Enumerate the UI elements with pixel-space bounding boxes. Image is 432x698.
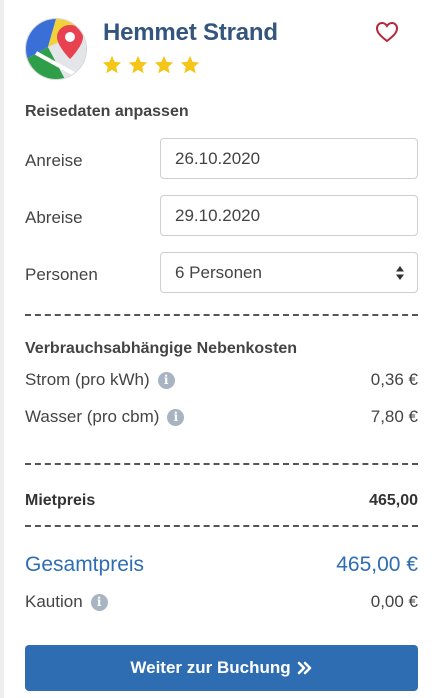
favorite-heart-icon[interactable]: [375, 21, 399, 43]
star-icon: [154, 55, 174, 74]
double-chevron-right-icon: [297, 661, 311, 675]
electricity-cost-label: Strom (pro kWh) i: [25, 370, 175, 390]
departure-date-input[interactable]: 29.10.2020: [160, 195, 418, 236]
water-cost-label-text: Wasser (pro cbm): [25, 407, 160, 426]
arrival-label: Anreise: [25, 151, 83, 170]
rent-value: 465,00: [369, 492, 418, 509]
total-label: Gesamtpreis: [25, 553, 145, 576]
divider: [25, 463, 418, 465]
star-icon: [128, 55, 148, 74]
arrival-date-input[interactable]: 26.10.2020: [160, 138, 418, 179]
persons-select[interactable]: 6 Personen: [160, 252, 418, 293]
divider: [25, 525, 418, 527]
property-logo: [25, 18, 87, 80]
persons-label: Personen: [25, 265, 98, 284]
booking-card: Hemmet Strand Reisedaten anpassen Anreis…: [0, 0, 432, 698]
deposit-label: Kaution i: [25, 592, 108, 612]
costs-section-title: Verbrauchsabhängige Nebenkosten: [25, 340, 298, 357]
deposit-label-text: Kaution: [25, 592, 83, 611]
rating-stars: [101, 54, 201, 76]
info-icon[interactable]: i: [90, 593, 108, 611]
continue-booking-label: Weiter zur Buchung: [130, 658, 291, 677]
info-icon[interactable]: i: [157, 371, 175, 389]
water-cost-label: Wasser (pro cbm) i: [25, 407, 185, 427]
departure-label: Abreise: [25, 208, 83, 227]
water-cost-value: 7,80 €: [370, 407, 418, 426]
star-icon: [102, 55, 122, 74]
divider: [25, 314, 418, 316]
electricity-cost-value: 0,36 €: [370, 370, 418, 389]
sort-arrows-icon: [396, 266, 404, 280]
rent-label: Mietpreis: [25, 492, 96, 509]
persons-select-value: 6 Personen: [175, 262, 262, 282]
star-icon: [180, 55, 200, 74]
info-icon[interactable]: i: [167, 408, 185, 426]
travel-section-title: Reisedaten anpassen: [25, 103, 189, 120]
deposit-value: 0,00 €: [370, 592, 418, 611]
map-pin-icon: [26, 19, 86, 79]
continue-booking-button[interactable]: Weiter zur Buchung: [25, 645, 418, 691]
total-value: 465,00 €: [336, 553, 418, 576]
property-title: Hemmet Strand: [103, 19, 278, 46]
electricity-cost-label-text: Strom (pro kWh): [25, 370, 150, 389]
